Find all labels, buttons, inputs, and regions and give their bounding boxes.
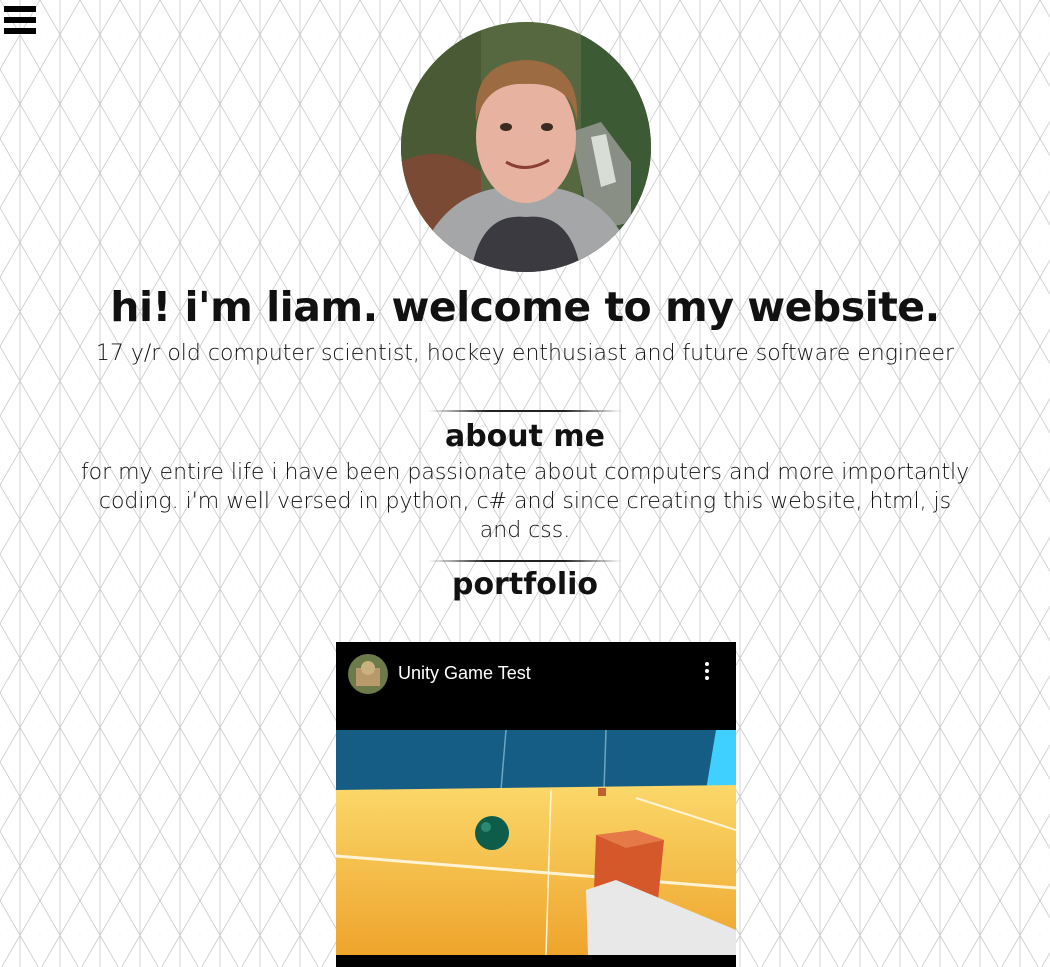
video-title[interactable]: Unity Game Test [398, 663, 531, 684]
hamburger-menu-icon[interactable] [4, 6, 36, 40]
about-heading: about me [444, 419, 606, 454]
portfolio-video-embed[interactable]: Unity Game Test [336, 642, 736, 967]
video-thumbnail [336, 730, 736, 967]
page-title: hi! i'm liam. welcome to my website. [110, 283, 940, 331]
about-text: for my entire life i have been passionat… [80, 460, 970, 543]
page-subtitle: 17 y/r old computer scientist, hockey en… [95, 341, 955, 366]
more-vertical-icon[interactable] [704, 662, 710, 686]
channel-avatar[interactable] [348, 654, 388, 694]
section-divider [428, 560, 622, 562]
video-header: Unity Game Test [336, 642, 736, 730]
section-divider [428, 410, 622, 412]
profile-photo [401, 22, 651, 272]
portfolio-heading: portfolio [451, 567, 599, 602]
